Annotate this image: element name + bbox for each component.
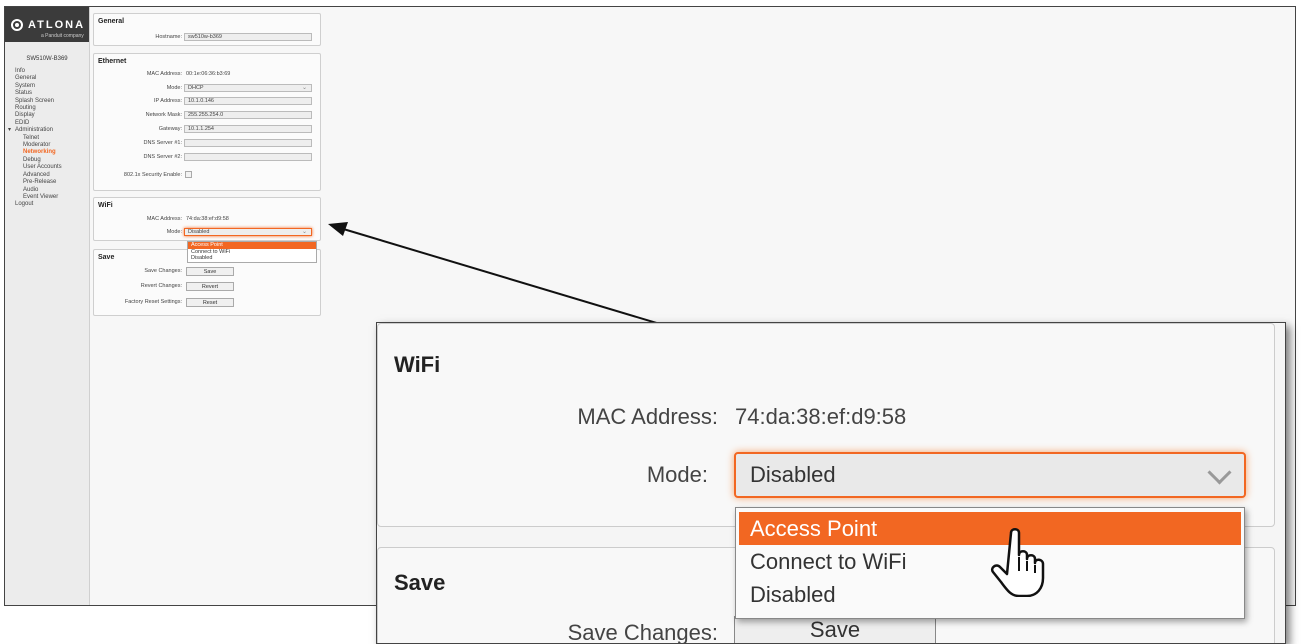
zoom-mode-label: Mode: <box>646 462 708 487</box>
zoom-save-title: Save <box>394 570 446 595</box>
zoom-mac-label: MAC Address: <box>577 404 718 429</box>
zoom-save-button[interactable]: Save <box>734 616 936 643</box>
zoom-mode-value: Disabled <box>750 462 836 487</box>
chevron-down-icon <box>1207 460 1232 485</box>
zoom-wifi-mode-select[interactable]: Disabled <box>734 452 1246 498</box>
zoom-mac-value: 74:da:38:ef:d9:58 <box>735 404 907 429</box>
zoom-wifi-panel: WiFi MAC Address: 74:da:38:ef:d9:58 Mode… <box>377 323 1275 527</box>
hand-cursor-icon <box>991 528 1045 597</box>
zoom-callout: WiFi MAC Address: 74:da:38:ef:d9:58 Mode… <box>376 322 1286 644</box>
zoom-wifi-title: WiFi <box>394 352 441 377</box>
zoom-save-changes-label: Save Changes: <box>567 620 718 644</box>
